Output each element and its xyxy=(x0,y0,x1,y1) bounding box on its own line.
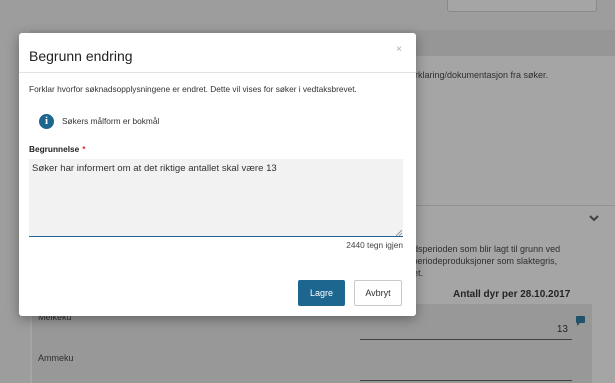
begrunn-endring-dialog: Begrunn endring × Forklar hvorfor søknad… xyxy=(19,33,416,316)
language-info: i Søkers målform er bokmål xyxy=(39,113,159,129)
dialog-divider xyxy=(19,72,416,73)
resize-handle[interactable] xyxy=(396,230,402,236)
dialog-description: Forklar hvorfor søknadsopplysningene er … xyxy=(29,84,357,94)
save-button[interactable]: Lagre xyxy=(298,280,345,306)
begrunnelse-textarea[interactable]: Søker har informert om at det riktige an… xyxy=(29,159,403,237)
begrunnelse-label: Begrunnelse * xyxy=(29,144,86,154)
info-circle-icon: i xyxy=(39,113,54,129)
dialog-title: Begrunn endring xyxy=(29,48,133,64)
required-marker: * xyxy=(82,144,86,154)
begrunnelse-label-text: Begrunnelse xyxy=(29,144,80,154)
char-count: 2440 tegn igjen xyxy=(346,240,403,250)
close-icon[interactable]: × xyxy=(396,44,402,55)
cancel-button[interactable]: Avbryt xyxy=(354,280,402,306)
info-text: Søkers målform er bokmål xyxy=(62,116,160,126)
